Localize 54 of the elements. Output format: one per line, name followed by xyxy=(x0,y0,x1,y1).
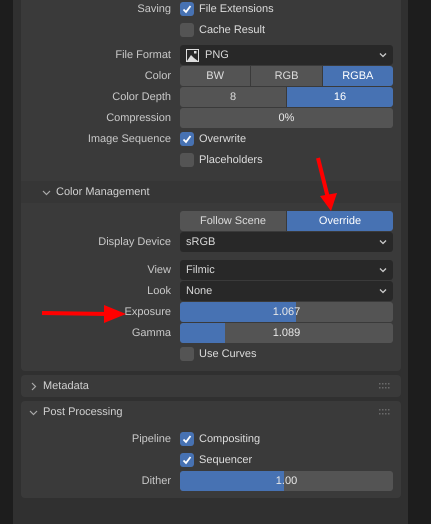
chevron-icon xyxy=(29,382,38,390)
chevron-down-icon xyxy=(379,239,387,245)
field-label: Exposure xyxy=(124,306,171,318)
chevron-down-icon xyxy=(379,52,387,58)
subpanel-header[interactable]: Color Management xyxy=(21,181,401,203)
field-label: Display Device xyxy=(98,236,171,248)
field-label: Compression xyxy=(106,112,171,124)
toggle-button[interactable]: Follow Scene xyxy=(180,211,286,231)
field-label: View xyxy=(147,264,171,276)
checkbox[interactable] xyxy=(180,153,194,167)
dropdown[interactable]: sRGB xyxy=(180,232,393,252)
checkbox-label[interactable]: Sequencer xyxy=(199,454,252,466)
checkbox[interactable] xyxy=(180,2,194,16)
slider[interactable]: 1.089 xyxy=(180,323,393,343)
toggle-button[interactable]: RGB xyxy=(251,66,322,86)
checkbox[interactable] xyxy=(180,347,194,361)
field-label: Look xyxy=(147,285,171,297)
drag-handle-icon[interactable] xyxy=(379,408,391,416)
checkbox[interactable] xyxy=(180,23,194,37)
checkbox-label[interactable]: File Extensions xyxy=(199,3,274,15)
slider[interactable]: 0% xyxy=(180,108,393,128)
annotation-arrow xyxy=(316,158,337,211)
chevron-icon xyxy=(42,188,51,196)
checkbox-label[interactable]: Overwrite xyxy=(199,133,246,145)
checkbox-label[interactable]: Use Curves xyxy=(199,348,256,360)
field-label: Color xyxy=(144,70,171,82)
toggle-button[interactable]: Override xyxy=(287,211,393,231)
field-label: Gamma xyxy=(132,327,171,339)
field-label: Saving xyxy=(137,3,171,15)
chevron-down-icon xyxy=(379,288,387,294)
field-label: Dither xyxy=(142,475,171,487)
chevron-down-icon xyxy=(379,267,387,273)
dropdown[interactable]: PNG xyxy=(180,45,393,65)
field-label: Pipeline xyxy=(132,433,171,445)
dropdown[interactable]: None xyxy=(180,281,393,301)
panel-header[interactable]: Metadata xyxy=(21,375,401,397)
checkbox[interactable] xyxy=(180,432,194,446)
checkbox[interactable] xyxy=(180,453,194,467)
checkbox[interactable] xyxy=(180,132,194,146)
drag-handle-icon[interactable] xyxy=(379,382,391,390)
dropdown[interactable]: Filmic xyxy=(180,260,393,280)
toggle-button[interactable]: RGBA xyxy=(322,66,393,86)
field-label: Image Sequence xyxy=(88,133,171,145)
checkbox-label[interactable]: Placeholders xyxy=(199,154,263,166)
image-icon xyxy=(186,48,199,62)
field-label: File Format xyxy=(115,49,171,61)
panel-header[interactable]: Post Processing xyxy=(21,401,401,423)
toggle-button[interactable]: 8 xyxy=(180,87,286,107)
checkbox-label[interactable]: Cache Result xyxy=(199,24,266,36)
checkbox-label[interactable]: Compositing xyxy=(199,433,260,445)
toggle-button[interactable]: 16 xyxy=(287,87,393,107)
field-label: Color Depth xyxy=(112,91,171,103)
toggle-button[interactable]: BW xyxy=(180,66,250,86)
chevron-icon xyxy=(29,408,38,416)
